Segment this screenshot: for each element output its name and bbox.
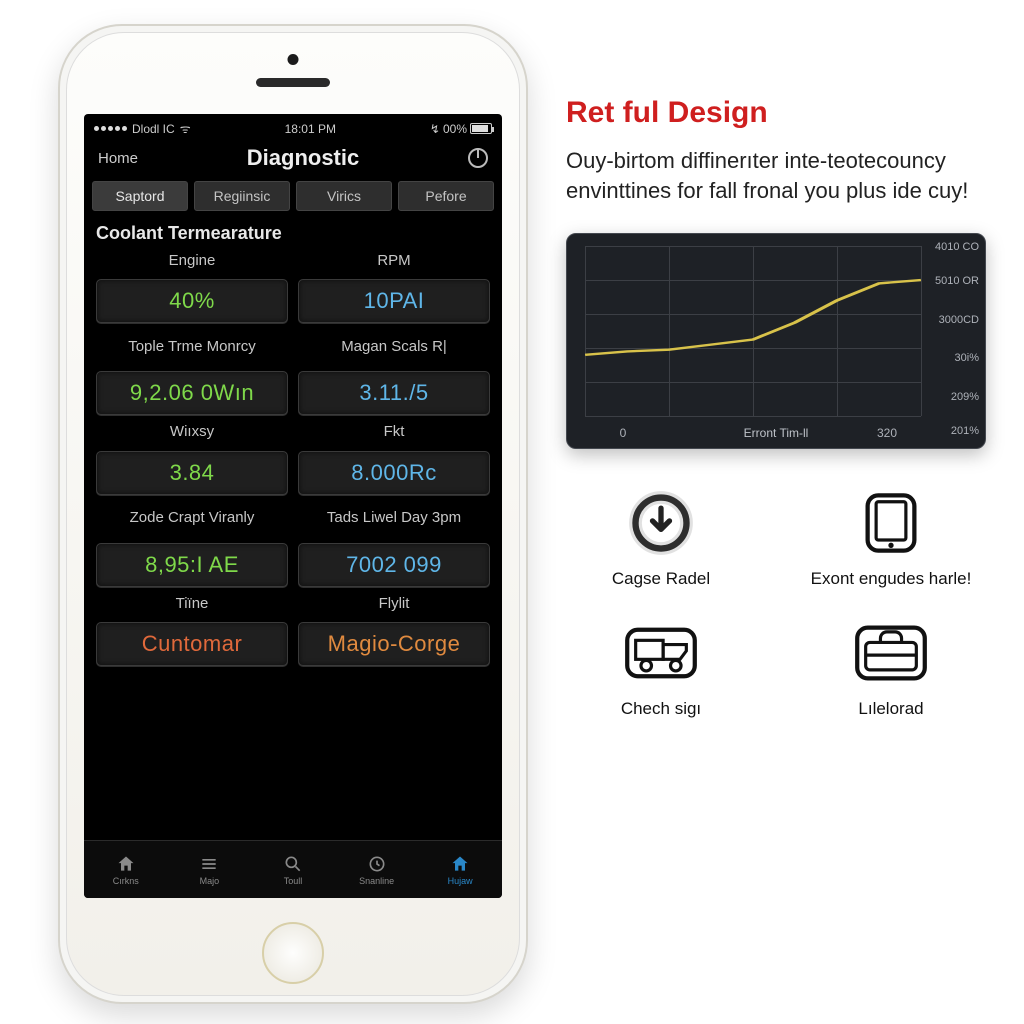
tablet-icon (853, 485, 929, 561)
search-icon (283, 854, 303, 874)
metric-label: Zode Crapt Viranly (96, 501, 288, 537)
battery-icon (470, 123, 492, 134)
metric-label: Magan Scals R| (298, 329, 490, 365)
metric-label: Tiïne (96, 593, 288, 616)
metric-value[interactable]: 8,95:I AE (96, 543, 288, 587)
feature-item: Cagse Radel (566, 485, 756, 589)
camera-dot (288, 54, 299, 65)
back-button[interactable]: Home (98, 150, 138, 167)
metric-label: Flylit (298, 593, 490, 616)
metric-value[interactable]: 3.11./5 (298, 371, 490, 415)
tabbar-label: Cırkns (113, 876, 139, 886)
tabbar-label: Toull (284, 876, 303, 886)
signal-dots-icon (94, 126, 127, 131)
metric-value[interactable]: 8.000Rc (298, 451, 490, 495)
status-bar: Dlodl IC ᯤ 18:01 PM ↯ 00% (84, 114, 502, 139)
page-title: Diagnostic (247, 145, 359, 171)
y-tick: 5010 OR (935, 275, 979, 287)
briefcase-icon (853, 615, 929, 691)
bottom-tab-bar: Cırkns Majo Toull Snanline Hujaw (84, 840, 502, 898)
tabbar-item-search[interactable]: Toull (251, 841, 335, 898)
metric-value[interactable]: 40% (96, 279, 288, 323)
feature-item: Chech sigı (566, 615, 756, 719)
download-circle-icon (623, 485, 699, 561)
y-tick: 3000CD (939, 314, 979, 326)
metric-label: RPM (298, 250, 490, 273)
metric-value[interactable]: 3.84 (96, 451, 288, 495)
phone-frame: Dlodl IC ᯤ 18:01 PM ↯ 00% Home Diagnosti… (58, 24, 528, 1004)
feature-label: Cagse Radel (612, 569, 710, 589)
metric-value[interactable]: Cuntomar (96, 622, 288, 666)
metrics-grid: Engine RPM 40% 10PAI Tople Trme Monrcy M… (84, 250, 502, 666)
feature-label: Lılelorad (858, 699, 923, 719)
battery-glyph-icon: ↯ (430, 122, 440, 136)
house-icon (450, 854, 470, 874)
segment-tabs: Saptord Regiinsic Virics Pefore (84, 181, 502, 211)
features-grid: Cagse Radel Exont engudes harle! Chech s… (566, 485, 986, 718)
x-tick: 320 (877, 426, 897, 440)
tabbar-item-home2[interactable]: Hujaw (418, 841, 502, 898)
x-axis-label: Erront Tim-ll (744, 426, 809, 440)
power-icon[interactable] (468, 148, 488, 168)
tab-virics[interactable]: Virics (296, 181, 392, 211)
blurb: Ouy-birtom diffinerıter inte-teotecouncy… (566, 146, 986, 205)
tabbar-label: Snanline (359, 876, 394, 886)
feature-label: Exont engudes harle! (811, 569, 972, 589)
metric-label: Tads Liwel Day 3pm (298, 501, 490, 537)
metric-label: Fkt (298, 421, 490, 444)
menu-icon (199, 854, 219, 874)
clock: 18:01 PM (285, 122, 336, 136)
tabbar-label: Hujaw (448, 876, 473, 886)
section-heading: Coolant Termearature (84, 211, 502, 250)
y-tick: 30i% (955, 352, 979, 364)
metric-value[interactable]: Magio-Corge (298, 622, 490, 666)
tabbar-item-clock[interactable]: Snanline (335, 841, 419, 898)
tab-regiinsic[interactable]: Regiinsic (194, 181, 290, 211)
x-tick: 0 (620, 426, 627, 440)
y-tick: 4010 CO (935, 241, 979, 253)
truck-icon (623, 615, 699, 691)
tabbar-item-menu[interactable]: Majo (168, 841, 252, 898)
carrier-label: Dlodl IC (132, 122, 175, 136)
tabbar-item-home[interactable]: Cırkns (84, 841, 168, 898)
marketing-column: Ret ful Design Ouy-birtom diffinerıter i… (566, 96, 986, 718)
metric-value[interactable]: 10PAI (298, 279, 490, 323)
feature-label: Chech sigı (621, 699, 701, 719)
y-tick: 209% (951, 391, 979, 403)
home-button[interactable] (262, 922, 324, 984)
feature-item: Exont engudes harle! (796, 485, 986, 589)
battery-percent: 00% (443, 122, 467, 136)
clock-icon (367, 854, 387, 874)
metric-label: Engine (96, 250, 288, 273)
house-icon (116, 854, 136, 874)
speaker-slit (256, 78, 330, 87)
metric-label: Wiıxsy (96, 421, 288, 444)
tab-saptord[interactable]: Saptord (92, 181, 188, 211)
headline: Ret ful Design (566, 96, 986, 130)
y-tick: 201% (951, 425, 979, 437)
chart-line (585, 246, 921, 416)
feature-item: Lılelorad (796, 615, 986, 719)
nav-bar: Home Diagnostic (84, 139, 502, 181)
chart-panel: 4010 CO 5010 OR 3000CD 30i% 209% 201% 0 … (566, 233, 986, 449)
metric-value[interactable]: 9,2.06 0Wın (96, 371, 288, 415)
metric-label: Tople Trme Monrcy (96, 329, 288, 365)
tab-pefore[interactable]: Pefore (398, 181, 494, 211)
wifi-icon: ᯤ (180, 120, 191, 137)
app-screen: Dlodl IC ᯤ 18:01 PM ↯ 00% Home Diagnosti… (84, 114, 502, 898)
tabbar-label: Majo (200, 876, 220, 886)
metric-value[interactable]: 7002 099 (298, 543, 490, 587)
